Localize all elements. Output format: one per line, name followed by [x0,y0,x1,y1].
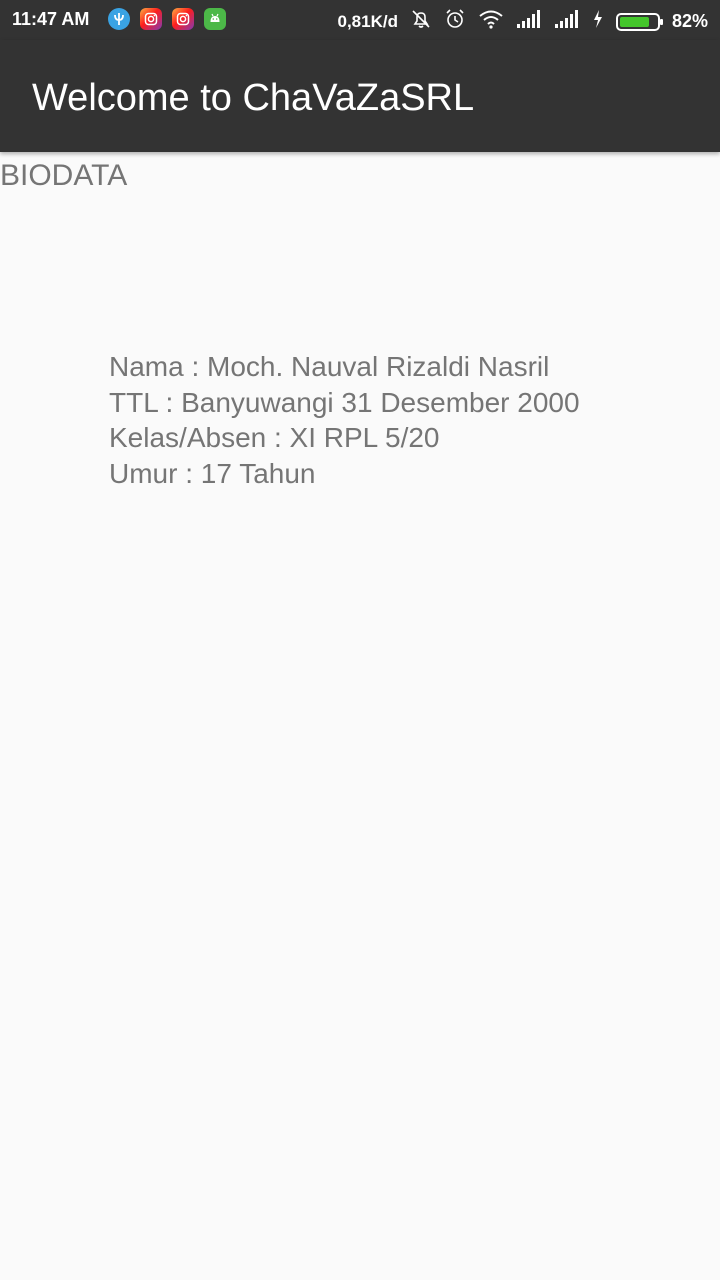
psiphon-icon [108,8,130,30]
charging-icon [592,9,604,34]
bio-age: Umur : 17 Tahun [109,457,316,489]
wifi-icon [478,8,504,35]
mute-bell-icon [410,8,432,35]
status-time: 11:47 AM [12,9,90,29]
biodata-block: Nama : Moch. Nauval Rizaldi Nasril TTL :… [109,349,580,491]
biodata-heading: BIODATA [0,159,128,192]
instagram-icon [140,8,162,30]
bio-name: Nama : Moch. Nauval Rizaldi Nasril [109,351,550,382]
app-title: Welcome to ChaVaZaSRL [32,77,475,119]
battery-percent: 82% [671,11,708,31]
system-status: 0,81K/d 82% [337,8,708,35]
app-bar: Welcome to ChaVaZaSRL [0,40,720,152]
battery-fill [619,16,650,27]
notification-icons [108,8,226,30]
bio-class: Kelas/Absen : XI RPL 5/20 [109,422,440,453]
android-icon [204,8,226,30]
battery-icon [615,12,663,31]
bio-birth: TTL : Banyuwangi 31 Desember 2000 [109,386,580,418]
network-speed: 0,81K/d [337,11,398,31]
status-bar: 11:47 AM 0,81K/d 82% [0,0,720,40]
instagram-icon [172,8,194,30]
signal-icon [516,9,542,34]
signal-icon [554,9,580,34]
alarm-icon [444,8,466,35]
